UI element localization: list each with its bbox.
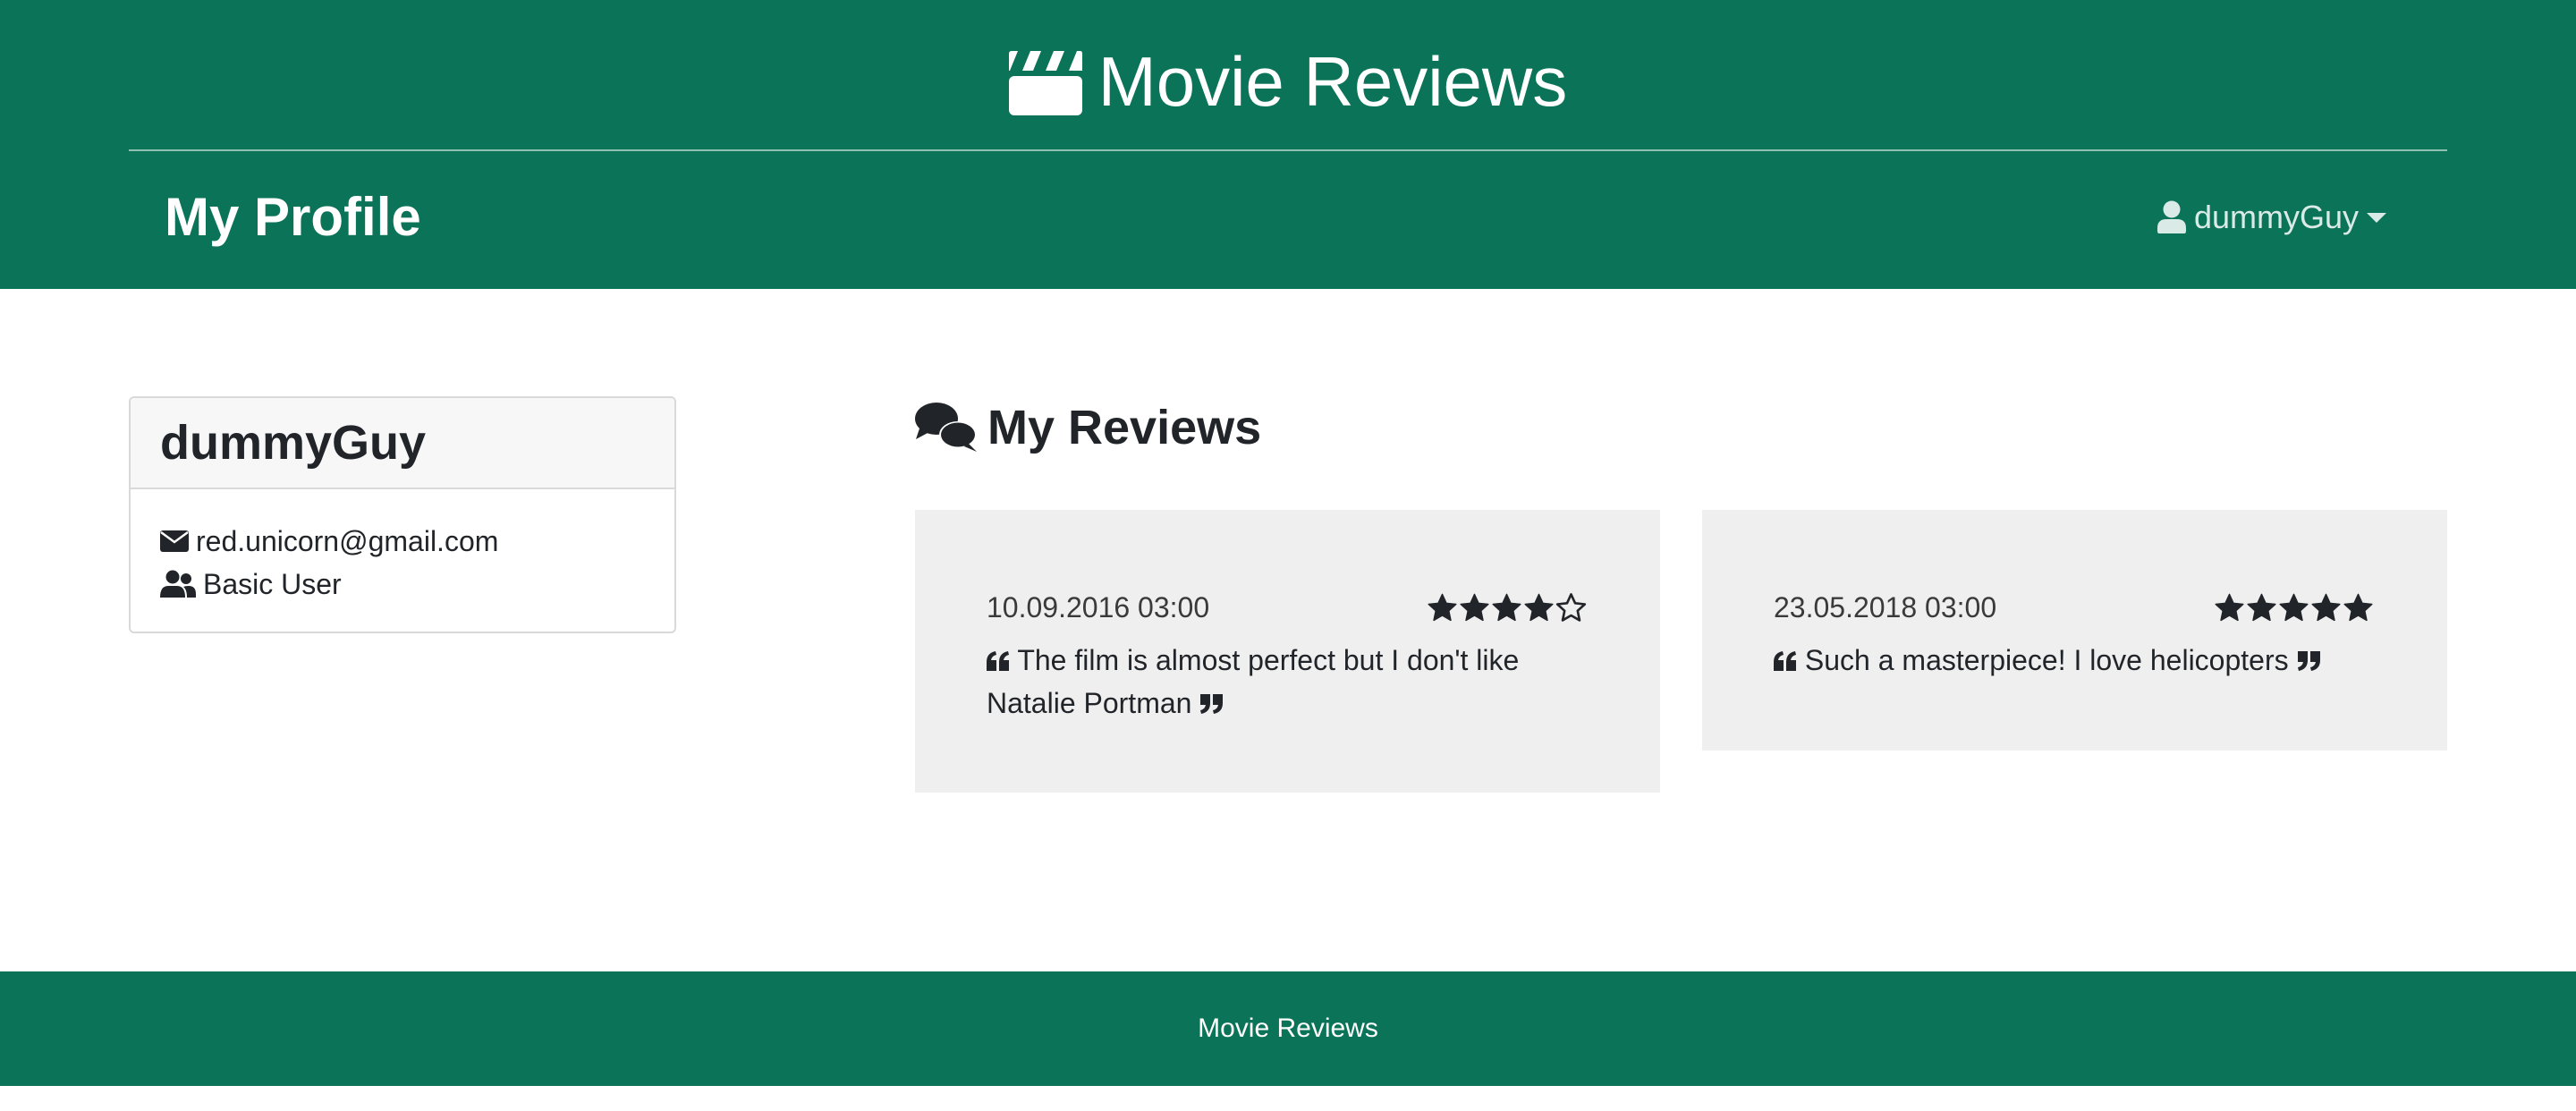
review-card: 10.09.2016 03:00 The film is almost perf… <box>915 510 1660 793</box>
star-filled-icon <box>2215 593 2244 622</box>
comments-icon <box>915 403 977 452</box>
app-header: Movie Reviews My Profile dummyGuy <box>0 0 2576 289</box>
envelope-icon <box>160 530 189 552</box>
review-text: Such a masterpiece! I love helicopters <box>1774 639 2374 682</box>
review-date: 10.09.2016 03:00 <box>987 590 1210 623</box>
profile-card: dummyGuy red.unicorn@gmail.com Basic Use… <box>129 396 676 633</box>
review-quote: Such a masterpiece! I love helicopters <box>1804 644 2289 676</box>
user-menu-label: dummyGuy <box>2193 199 2359 235</box>
profile-name: dummyGuy <box>160 416 427 470</box>
quote-right-icon <box>2297 651 2320 671</box>
caret-down-icon <box>2367 212 2386 223</box>
profile-card-body: red.unicorn@gmail.com Basic User <box>131 489 674 632</box>
review-quote: The film is almost perfect but I don't l… <box>987 644 1520 719</box>
quote-left-icon <box>987 651 1009 671</box>
profile-role-row: Basic User <box>160 563 645 606</box>
review-text: The film is almost perfect but I don't l… <box>987 639 1587 725</box>
user-icon <box>2157 200 2186 233</box>
star-filled-icon <box>1492 593 1521 622</box>
star-filled-icon <box>2311 593 2341 622</box>
brand[interactable]: Movie Reviews <box>0 43 2576 120</box>
my-reviews-title: My Reviews <box>987 401 1262 454</box>
review-header: 23.05.2018 03:00 <box>1774 586 2374 629</box>
star-filled-icon <box>2343 593 2373 622</box>
star-empty-icon <box>1555 593 1587 622</box>
quote-left-icon <box>1774 651 1796 671</box>
footer-text: Movie Reviews <box>1198 1013 1378 1043</box>
profile-card-header: dummyGuy <box>131 398 674 489</box>
clapperboard-icon <box>1008 51 1082 115</box>
review-header: 10.09.2016 03:00 <box>987 586 1587 629</box>
star-filled-icon <box>1460 593 1489 622</box>
profile-role: Basic User <box>203 568 342 600</box>
my-reviews-heading: My Reviews <box>914 400 1261 455</box>
star-filled-icon <box>2247 593 2276 622</box>
profile-email-row: red.unicorn@gmail.com <box>160 520 645 563</box>
star-filled-icon <box>1428 593 1457 622</box>
user-menu-dropdown[interactable]: dummyGuy <box>2157 195 2386 240</box>
review-date: 23.05.2018 03:00 <box>1774 590 1997 623</box>
review-card: 23.05.2018 03:00 Such a masterpiece! I l… <box>1702 510 2447 751</box>
profile-email: red.unicorn@gmail.com <box>196 525 499 557</box>
quote-right-icon <box>1200 694 1224 714</box>
star-filled-icon <box>2279 593 2309 622</box>
users-icon <box>160 570 196 598</box>
app-footer: Movie Reviews <box>0 971 2576 1086</box>
header-divider <box>129 149 2447 151</box>
page-title: My Profile <box>165 187 421 247</box>
app-title: Movie Reviews <box>1097 42 1568 121</box>
star-rating <box>2213 592 2374 623</box>
star-rating <box>1426 592 1587 623</box>
star-filled-icon <box>1524 593 1554 622</box>
